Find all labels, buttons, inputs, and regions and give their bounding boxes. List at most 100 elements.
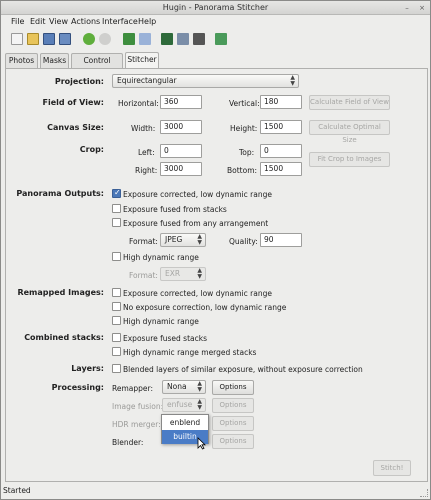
crop-left-input[interactable]: 0: [160, 144, 202, 158]
height-label: Height:: [230, 124, 258, 133]
remapped-hdr-checkbox[interactable]: [112, 316, 121, 325]
status-bar-text: Started: [3, 486, 31, 495]
crop-bottom-input[interactable]: 1500: [260, 162, 302, 176]
menu-view[interactable]: View: [49, 17, 68, 26]
format-select[interactable]: JPEG ▲ ▼: [160, 233, 206, 247]
remapped-no-correction-label: No exposure correction, low dynamic rang…: [123, 303, 287, 312]
blender-options-button[interactable]: Options: [212, 434, 254, 449]
projection-label: Projection:: [54, 77, 104, 86]
new-project-icon[interactable]: [11, 33, 23, 45]
image-fusion-value: enfuse: [167, 400, 193, 409]
blender-option-enblend[interactable]: enblend: [162, 416, 208, 430]
layers-blended-label: Blended layers of similar exposure, with…: [123, 365, 363, 374]
menu-interface[interactable]: Interface: [102, 17, 138, 26]
panorama-outputs-label: Panorama Outputs:: [16, 189, 104, 198]
hdr-merger-label: HDR merger:: [112, 420, 161, 429]
output-fused-stacks-label: Exposure fused from stacks: [123, 205, 227, 214]
save-as-icon[interactable]: [59, 33, 71, 45]
undo-icon[interactable]: [83, 33, 95, 45]
remapped-images-label: Remapped Images:: [17, 288, 104, 297]
crop-label: Crop:: [79, 145, 104, 154]
combined-stacks-label: Combined stacks:: [24, 333, 104, 342]
output-hdr-checkbox[interactable]: [112, 252, 121, 261]
calculate-optimal-size-button[interactable]: Calculate Optimal Size: [309, 120, 390, 144]
projection-value: Equirectangular: [117, 76, 177, 85]
output-fused-any-label: Exposure fused from any arrangement: [123, 219, 269, 228]
format-label: Format:: [129, 237, 158, 246]
resize-grip-icon[interactable]: [420, 489, 428, 497]
menu-actions[interactable]: Actions: [71, 17, 100, 26]
title-bar: Hugin - Panorama Stitcher – ×: [1, 1, 430, 15]
crop-top-label: Top:: [239, 148, 255, 157]
remapper-select[interactable]: Nona ▲ ▼: [162, 380, 206, 394]
blender-label: Blender:: [112, 438, 144, 447]
hdr-format-label: Format:: [129, 271, 158, 280]
stitch-button[interactable]: Stitch!: [373, 460, 411, 476]
output-hdr-label: High dynamic range: [123, 253, 199, 262]
output-fused-stacks-checkbox[interactable]: [112, 204, 121, 213]
format-value: JPEG: [165, 235, 183, 244]
mouse-cursor-icon: [197, 437, 206, 450]
remapped-hdr-label: High dynamic range: [123, 317, 199, 326]
redo-icon[interactable]: [99, 33, 111, 45]
window-title: Hugin - Panorama Stitcher: [162, 3, 269, 12]
tab-stitcher[interactable]: Stitcher: [125, 52, 159, 69]
image-fusion-select[interactable]: enfuse ▲ ▼: [162, 398, 206, 412]
horizontal-fov-input[interactable]: 360: [160, 95, 202, 109]
output-fused-any-checkbox[interactable]: [112, 218, 121, 227]
layers-label: Layers:: [71, 364, 104, 373]
toolbar: [1, 30, 430, 50]
vertical-fov-input[interactable]: 180: [260, 95, 302, 109]
hdr-format-value: EXR: [165, 269, 181, 278]
canvas-size-label: Canvas Size:: [47, 123, 104, 132]
canvas-height-input[interactable]: 1500: [260, 120, 302, 134]
add-images-icon[interactable]: [123, 33, 135, 45]
crop-top-input[interactable]: 0: [260, 144, 302, 158]
layout-icon[interactable]: [193, 33, 205, 45]
remapper-options-button[interactable]: Options: [212, 380, 254, 395]
open-icon[interactable]: [27, 33, 39, 45]
vertical-label: Vertical:: [229, 99, 260, 108]
quality-input[interactable]: 90: [260, 233, 302, 247]
combined-fused-label: Exposure fused stacks: [123, 334, 207, 343]
remapper-label: Remapper:: [112, 384, 154, 393]
output-ldr-label: Exposure corrected, low dynamic range: [123, 190, 272, 199]
image-fusion-options-button[interactable]: Options: [212, 398, 254, 413]
layers-blended-checkbox[interactable]: [112, 364, 121, 373]
crop-right-input[interactable]: 3000: [160, 162, 202, 176]
save-icon[interactable]: [43, 33, 55, 45]
tab-photos[interactable]: Photos: [5, 53, 38, 68]
hdr-merger-options-button[interactable]: Options: [212, 416, 254, 431]
menu-help[interactable]: Help: [138, 17, 156, 26]
assistant-icon[interactable]: [139, 33, 151, 45]
calculate-fov-button[interactable]: Calculate Field of View: [309, 95, 390, 110]
projection-select[interactable]: Equirectangular ▲ ▼: [112, 74, 299, 88]
crop-bottom-label: Bottom:: [227, 166, 258, 175]
remapped-no-correction-checkbox[interactable]: [112, 302, 121, 311]
tab-control-points[interactable]: Control Points: [71, 53, 123, 79]
spin-arrows-icon: ▲ ▼: [197, 267, 202, 280]
control-points-icon[interactable]: [177, 33, 189, 45]
menu-file[interactable]: File: [11, 17, 24, 26]
combined-hdr-checkbox[interactable]: [112, 347, 121, 356]
fov-label: Field of View:: [42, 98, 104, 107]
horizontal-label: Horizontal:: [118, 99, 159, 108]
tab-masks[interactable]: Masks: [40, 53, 69, 68]
spin-arrows-icon: ▲ ▼: [290, 74, 295, 87]
combined-fused-checkbox[interactable]: [112, 333, 121, 342]
menu-bar: File Edit View Actions Interface Help: [1, 15, 430, 29]
canvas-width-input[interactable]: 3000: [160, 120, 202, 134]
menu-edit[interactable]: Edit: [30, 17, 46, 26]
fit-crop-button[interactable]: Fit Crop to Images: [309, 152, 390, 167]
fast-preview-icon[interactable]: [215, 33, 227, 45]
hdr-format-select[interactable]: EXR ▲ ▼: [160, 267, 206, 281]
spin-arrows-icon: ▲ ▼: [197, 233, 202, 246]
output-ldr-checkbox[interactable]: [112, 188, 121, 198]
combined-hdr-label: High dynamic range merged stacks: [123, 348, 257, 357]
close-button[interactable]: ×: [417, 3, 427, 13]
spin-arrows-icon: ▲ ▼: [197, 398, 202, 411]
spin-arrows-icon: ▲ ▼: [197, 380, 202, 393]
remapped-ldr-checkbox[interactable]: [112, 288, 121, 297]
minimize-button[interactable]: –: [402, 3, 412, 13]
preview-icon[interactable]: [161, 33, 173, 45]
